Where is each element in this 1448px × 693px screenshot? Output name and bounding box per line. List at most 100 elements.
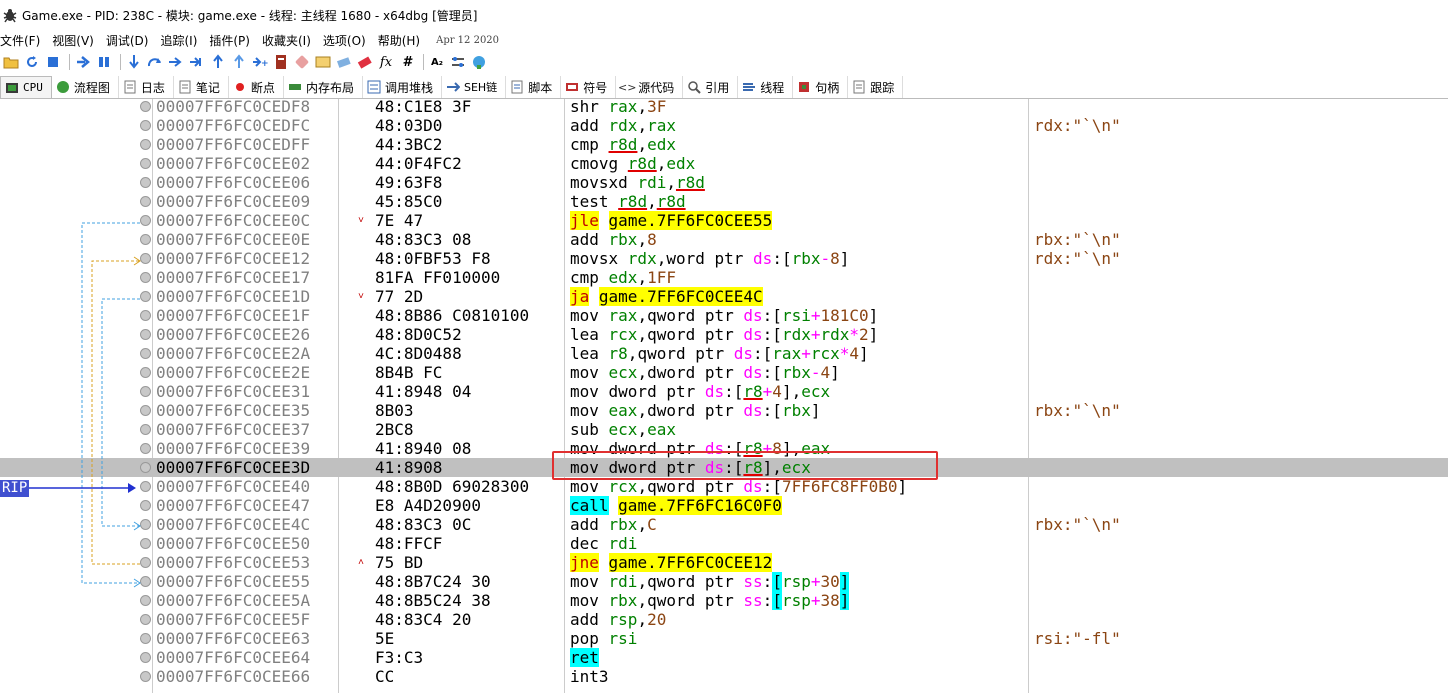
scylla-icon[interactable] xyxy=(272,53,290,71)
instruction-bytes: 77 2D xyxy=(375,287,424,306)
hash-icon[interactable]: # xyxy=(398,53,416,71)
instruction-row[interactable]: 00007FF6FC0CEE53 ˄ 75 BD jne game.7FF6FC0CE… xyxy=(0,553,1448,572)
disassembly-text: add rdx,rax xyxy=(570,116,676,135)
menu-file[interactable]: 文件(F) xyxy=(0,32,46,49)
open-folder-icon[interactable] xyxy=(2,53,20,71)
instruction-row[interactable]: 00007FF6FC0CEE55 48:8B7C24 30 mov rdi,qwor… xyxy=(0,572,1448,591)
instruction-row[interactable]: 00007FF6FC0CEE4C 48:83C3 0C add rbx,C rbx:"… xyxy=(0,515,1448,534)
menu-trace[interactable]: 追踪(I) xyxy=(160,32,203,49)
tab-symbols[interactable]: 符号 xyxy=(561,76,617,98)
instruction-row[interactable]: 00007FF6FC0CEE1D ˅ 77 2D ja game.7FF6FC0CEE… xyxy=(0,287,1448,306)
instruction-row[interactable]: 00007FF6FC0CEE26 48:8D0C52 lea rcx,qword p… xyxy=(0,325,1448,344)
disasm-token: * xyxy=(839,344,850,363)
restart-icon[interactable] xyxy=(23,53,41,71)
instruction-row[interactable]: 00007FF6FC0CEDFC 48:03D0 add rdx,rax rdx:"`… xyxy=(0,116,1448,135)
instruction-bytes: 48:8D0C52 xyxy=(375,325,462,344)
instruction-address: 00007FF6FC0CEE0C xyxy=(156,211,311,230)
calculator-icon[interactable] xyxy=(470,53,488,71)
instruction-row[interactable]: 00007FF6FC0CEE2E 8B4B FC mov ecx,dword ptr… xyxy=(0,363,1448,382)
instruction-row[interactable]: 00007FF6FC0CEE63 5E pop rsi rsi:"-fl" xyxy=(0,629,1448,648)
tab-threads[interactable]: 线程 xyxy=(738,76,794,98)
instruction-row[interactable]: 00007FF6FC0CEE12 48:0FBF53 F8 movsx rdx,wo… xyxy=(0,249,1448,268)
instruction-address: 00007FF6FC0CEE37 xyxy=(156,420,311,439)
menu-options[interactable]: 选项(O) xyxy=(323,32,372,49)
tab-notes[interactable]: 笔记 xyxy=(174,76,229,98)
instruction-row[interactable]: 00007FF6FC0CEDF8 48:C1E8 3F shr rax,3F xyxy=(0,99,1448,116)
pause-icon[interactable] xyxy=(95,53,113,71)
font-icon[interactable]: A₂ xyxy=(428,53,446,71)
run-to-user-code-icon[interactable] xyxy=(230,53,248,71)
disassembly-text: movsx rdx,word ptr ds:[rbx-8] xyxy=(570,249,849,268)
instruction-row[interactable]: 00007FF6FC0CEE0C ˅ 7E 47 jle game.7FF6FC0CE… xyxy=(0,211,1448,230)
step-into-icon[interactable] xyxy=(125,53,143,71)
function-icon[interactable]: fx xyxy=(377,53,395,71)
disasm-token: , xyxy=(637,135,648,154)
instruction-address: 00007FF6FC0CEE09 xyxy=(156,192,311,211)
instruction-row[interactable]: 00007FF6FC0CEE2A 4C:8D0488 lea r8,qword pt… xyxy=(0,344,1448,363)
instruction-row[interactable]: 00007FF6FC0CEE17 81FA FF010000 cmp edx,1FF xyxy=(0,268,1448,287)
disasm-token: test xyxy=(570,192,619,211)
tab-memory-map[interactable]: 内存布局 xyxy=(284,76,363,98)
disasm-token: add xyxy=(570,116,609,135)
tab-call-stack[interactable]: 调用堆栈 xyxy=(363,76,442,98)
instruction-row[interactable]: 00007FF6FC0CEE37 2BC8 sub ecx,eax xyxy=(0,420,1448,439)
tab-trace[interactable]: 跟踪 xyxy=(848,76,904,98)
tab-log[interactable]: 日志 xyxy=(119,76,174,98)
instruction-row[interactable]: 00007FF6FC0CEE35 8B03 mov eax,dword ptr ds… xyxy=(0,401,1448,420)
instruction-row[interactable]: 00007FF6FC0CEE5A 48:8B5C24 38 mov rbx,qwor… xyxy=(0,591,1448,610)
label-icon[interactable] xyxy=(335,53,353,71)
script-icon xyxy=(510,80,524,94)
menu-debug[interactable]: 调试(D) xyxy=(106,32,155,49)
instruction-row[interactable]: 00007FF6FC0CEE02 44:0F4FC2 cmovg r8d,edx xyxy=(0,154,1448,173)
tab-seh[interactable]: SEH链 xyxy=(442,76,507,98)
instruction-bytes: 8B4B FC xyxy=(375,363,443,382)
instruction-row[interactable]: 00007FF6FC0CEE47 E8 A4D20900 call game.7FF… xyxy=(0,496,1448,515)
tab-handles[interactable]: 句柄 xyxy=(793,76,849,98)
tab-breakpoints[interactable]: 断点 xyxy=(229,76,284,98)
step-over-icon[interactable] xyxy=(146,53,164,71)
disasm-token: rsp xyxy=(608,610,638,629)
disasm-token: ] xyxy=(830,363,840,382)
instruction-row[interactable]: 00007FF6FC0CEE0E 48:83C3 08 add rbx,8 rbx:"… xyxy=(0,230,1448,249)
instruction-comment: rdx:"`\n" xyxy=(1034,116,1121,135)
instruction-row[interactable]: 00007FF6FC0CEE50 48:FFCF dec rdi xyxy=(0,534,1448,553)
animate-icon[interactable]: + xyxy=(251,53,269,71)
tab-source[interactable]: <> 源代码 xyxy=(616,76,684,98)
disasm-token: rdi xyxy=(608,572,638,591)
bookmark-icon[interactable] xyxy=(356,53,374,71)
trace-into-icon[interactable] xyxy=(167,53,185,71)
disasm-token: ds xyxy=(704,382,725,401)
stop-icon[interactable] xyxy=(44,53,62,71)
tab-references[interactable]: 引用 xyxy=(683,76,739,98)
patch-icon[interactable] xyxy=(293,53,311,71)
menu-view[interactable]: 视图(V) xyxy=(52,32,100,49)
menu-favourites[interactable]: 收藏夹(I) xyxy=(262,32,317,49)
tab-graph[interactable]: 流程图 xyxy=(52,76,119,98)
instruction-row[interactable]: 00007FF6FC0CEE1F 48:8B86 C0810100 mov rax,… xyxy=(0,306,1448,325)
disasm-token: mov xyxy=(570,382,609,401)
disassembly-text: movsxd rdi,r8d xyxy=(570,173,705,192)
preferences-icon[interactable] xyxy=(449,53,467,71)
trace-over-icon[interactable] xyxy=(188,53,206,71)
disasm-token: r8 xyxy=(608,344,628,363)
instruction-row[interactable]: 00007FF6FC0CEE64 F3:C3 ret xyxy=(0,648,1448,667)
menu-help[interactable]: 帮助(H) xyxy=(378,32,426,49)
run-icon[interactable] xyxy=(74,53,92,71)
instruction-row[interactable]: 00007FF6FC0CEE5F 48:83C4 20 add rsp,20 xyxy=(0,610,1448,629)
menu-plugins[interactable]: 插件(P) xyxy=(209,32,256,49)
comment-icon[interactable] xyxy=(314,53,332,71)
breakpoint-icon xyxy=(233,80,247,94)
instruction-row[interactable]: 00007FF6FC0CEE66 CC int3 xyxy=(0,667,1448,686)
tab-cpu[interactable]: CPU xyxy=(0,76,52,98)
execute-till-return-icon[interactable] xyxy=(209,53,227,71)
tab-script[interactable]: 脚本 xyxy=(506,76,562,98)
instruction-row[interactable]: 00007FF6FC0CEE31 41:8948 04 mov dword ptr … xyxy=(0,382,1448,401)
disasm-token: game.7FF6FC0CEE55 xyxy=(608,211,773,230)
instruction-row[interactable]: 00007FF6FC0CEDFF 44:3BC2 cmp r8d,edx xyxy=(0,135,1448,154)
disassembly-view[interactable]: 00007FF6FC0CEDF8 48:C1E8 3F shr rax,3F 0000… xyxy=(0,99,1448,693)
disasm-token: ds xyxy=(753,249,773,268)
threads-icon xyxy=(742,80,756,94)
instruction-row[interactable]: 00007FF6FC0CEE06 49:63F8 movsxd rdi,r8d xyxy=(0,173,1448,192)
disasm-token: add xyxy=(570,610,609,629)
instruction-row[interactable]: 00007FF6FC0CEE09 45:85C0 test r8d,r8d xyxy=(0,192,1448,211)
